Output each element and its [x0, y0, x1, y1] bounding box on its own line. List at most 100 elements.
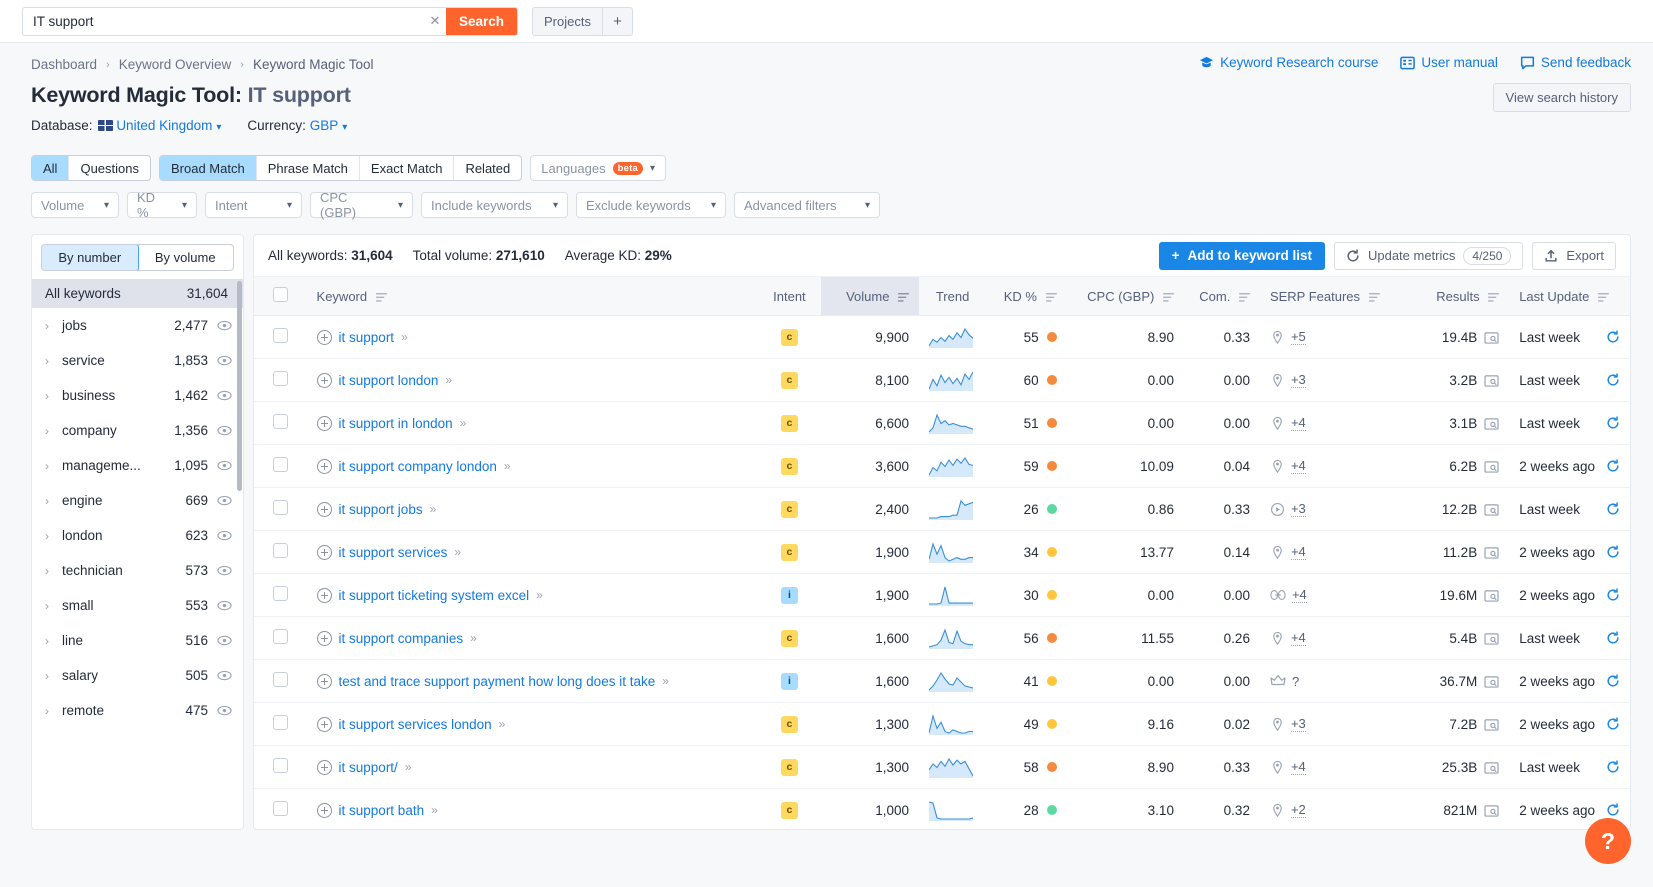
view-search-history-button[interactable]: View search history — [1492, 83, 1631, 112]
keyword-link[interactable]: it support/ — [339, 760, 398, 775]
add-keyword-icon[interactable] — [316, 716, 332, 732]
eye-icon[interactable] — [217, 495, 232, 506]
sidebar-item-business[interactable]: › business 1,462 — [32, 378, 243, 413]
refresh-icon[interactable] — [1606, 760, 1620, 774]
eye-icon[interactable] — [217, 705, 232, 716]
filter-advanced[interactable]: Advanced filters ▾ — [734, 192, 880, 218]
double-chevron-icon[interactable]: » — [536, 588, 543, 602]
tab-phrase-match[interactable]: Phrase Match — [257, 156, 360, 180]
table-row[interactable]: it support services london » C 1,300 49 9.16 0… — [254, 702, 1630, 746]
serp-more-count[interactable]: +3 — [1290, 716, 1306, 732]
table-row[interactable]: it support company london » C 3,600 59 10.09 0… — [254, 444, 1630, 488]
serp-preview-icon[interactable] — [1484, 761, 1499, 774]
serp-preview-icon[interactable] — [1484, 460, 1499, 473]
column-header-serp-features[interactable]: SERP Features — [1259, 277, 1409, 316]
keyword-link[interactable]: it support services — [339, 545, 448, 560]
languages-dropdown[interactable]: Languages beta ▾ — [530, 155, 666, 181]
database-selector[interactable]: Database: United Kingdom ▾ — [31, 118, 221, 133]
column-header-keyword[interactable]: Keyword — [306, 277, 759, 316]
refresh-icon[interactable] — [1606, 373, 1620, 387]
sidebar-toggle-by-volume[interactable]: By volume — [138, 245, 234, 270]
eye-icon[interactable] — [217, 670, 232, 681]
double-chevron-icon[interactable]: » — [431, 803, 438, 817]
keyword-link[interactable]: it support ticketing system excel — [339, 588, 530, 603]
chevron-right-icon[interactable]: › — [45, 704, 53, 718]
double-chevron-icon[interactable]: » — [401, 330, 408, 344]
serp-preview-icon[interactable] — [1484, 546, 1499, 559]
sidebar-item-service[interactable]: › service 1,853 — [32, 343, 243, 378]
keyword-research-course-link[interactable]: Keyword Research course — [1199, 55, 1378, 70]
sort-icon[interactable] — [1368, 292, 1380, 302]
chevron-down-icon[interactable]: ▾ — [216, 122, 221, 133]
breadcrumb-item-dashboard[interactable]: Dashboard — [31, 57, 97, 72]
chevron-right-icon[interactable]: › — [45, 669, 53, 683]
add-keyword-icon[interactable] — [316, 415, 332, 431]
row-checkbox[interactable] — [272, 328, 288, 343]
filter-cpc[interactable]: CPC (GBP) ▾ — [310, 190, 413, 220]
projects-button[interactable]: Projects — [533, 7, 603, 35]
column-header-last-update[interactable]: Last Update — [1509, 277, 1630, 316]
video-icon[interactable] — [1270, 502, 1285, 517]
double-chevron-icon[interactable]: » — [504, 459, 511, 473]
eye-icon[interactable] — [217, 390, 232, 401]
double-chevron-icon[interactable]: » — [445, 373, 452, 387]
help-button[interactable]: ? — [1585, 818, 1631, 864]
serp-more-count[interactable]: ? — [1292, 674, 1299, 689]
refresh-icon[interactable] — [1606, 330, 1620, 344]
tab-exact-match[interactable]: Exact Match — [360, 156, 455, 180]
chevron-right-icon[interactable]: › — [45, 494, 53, 508]
sort-icon[interactable] — [1239, 292, 1250, 302]
row-checkbox[interactable] — [272, 758, 288, 773]
table-row[interactable]: it support services » C 1,900 34 13.77 0.14 +4 1… — [254, 530, 1630, 574]
table-row[interactable]: it support companies » C 1,600 56 11.55 0.26 +4… — [254, 616, 1630, 660]
add-keyword-icon[interactable] — [316, 630, 332, 646]
eye-icon[interactable] — [217, 460, 232, 471]
serp-preview-icon[interactable] — [1484, 804, 1499, 817]
map-pin-icon[interactable] — [1270, 717, 1285, 732]
currency-value[interactable]: GBP — [310, 118, 339, 133]
serp-more-count[interactable]: +2 — [1290, 802, 1306, 818]
sort-icon[interactable] — [898, 292, 909, 302]
chevron-down-icon[interactable]: ▾ — [342, 122, 347, 133]
add-keyword-icon[interactable] — [316, 372, 332, 388]
user-manual-link[interactable]: User manual — [1400, 55, 1498, 70]
sidebar-item-small[interactable]: › small 553 — [32, 588, 243, 623]
column-header-cpc[interactable]: CPC (GBP) — [1066, 277, 1184, 316]
table-row[interactable]: it support/ » C 1,300 58 8.90 0.33 +4 25.3B Last … — [254, 745, 1630, 789]
row-checkbox[interactable] — [272, 801, 288, 816]
intent-badge[interactable]: C — [780, 415, 798, 432]
tab-broad-match[interactable]: Broad Match — [160, 156, 257, 180]
double-chevron-icon[interactable]: » — [430, 502, 437, 516]
double-chevron-icon[interactable]: » — [470, 631, 477, 645]
intent-badge[interactable]: C — [780, 501, 798, 518]
serp-preview-icon[interactable] — [1484, 718, 1499, 731]
sidebar-item-salary[interactable]: › salary 505 — [32, 658, 243, 693]
refresh-icon[interactable] — [1606, 459, 1620, 473]
row-checkbox[interactable] — [272, 371, 288, 386]
search-input[interactable] — [23, 7, 424, 35]
row-checkbox[interactable] — [272, 414, 288, 429]
serp-preview-icon[interactable] — [1484, 503, 1499, 516]
table-row[interactable]: it support jobs » C 2,400 26 0.86 0.33 +3 12.2B L… — [254, 487, 1630, 531]
intent-badge[interactable]: I — [780, 587, 798, 604]
filter-intent[interactable]: Intent ▾ — [205, 192, 302, 218]
sidebar-item-remote[interactable]: › remote 475 — [32, 693, 243, 728]
sidebar-scrollbar[interactable] — [237, 281, 242, 491]
keyword-link[interactable]: it support bath — [339, 803, 425, 818]
eye-icon[interactable] — [217, 530, 232, 541]
column-header-results[interactable]: Results — [1408, 277, 1510, 316]
chevron-right-icon[interactable]: › — [45, 459, 53, 473]
serp-preview-icon[interactable] — [1484, 589, 1499, 602]
serp-more-count[interactable]: +4 — [1290, 544, 1306, 560]
serp-more-count[interactable]: +4 — [1290, 759, 1306, 775]
serp-preview-icon[interactable] — [1484, 417, 1499, 430]
eye-icon[interactable] — [217, 355, 232, 366]
sidebar-item-jobs[interactable]: › jobs 2,477 — [32, 308, 243, 343]
keyword-link[interactable]: it support — [339, 330, 395, 345]
select-all-checkbox[interactable] — [272, 287, 288, 302]
chevron-right-icon[interactable]: › — [45, 529, 53, 543]
add-keyword-icon[interactable] — [316, 673, 332, 689]
filter-kd[interactable]: KD % ▾ — [127, 190, 197, 220]
chevron-right-icon[interactable]: › — [45, 424, 53, 438]
table-row[interactable]: test and trace support payment how long … — [254, 659, 1630, 703]
